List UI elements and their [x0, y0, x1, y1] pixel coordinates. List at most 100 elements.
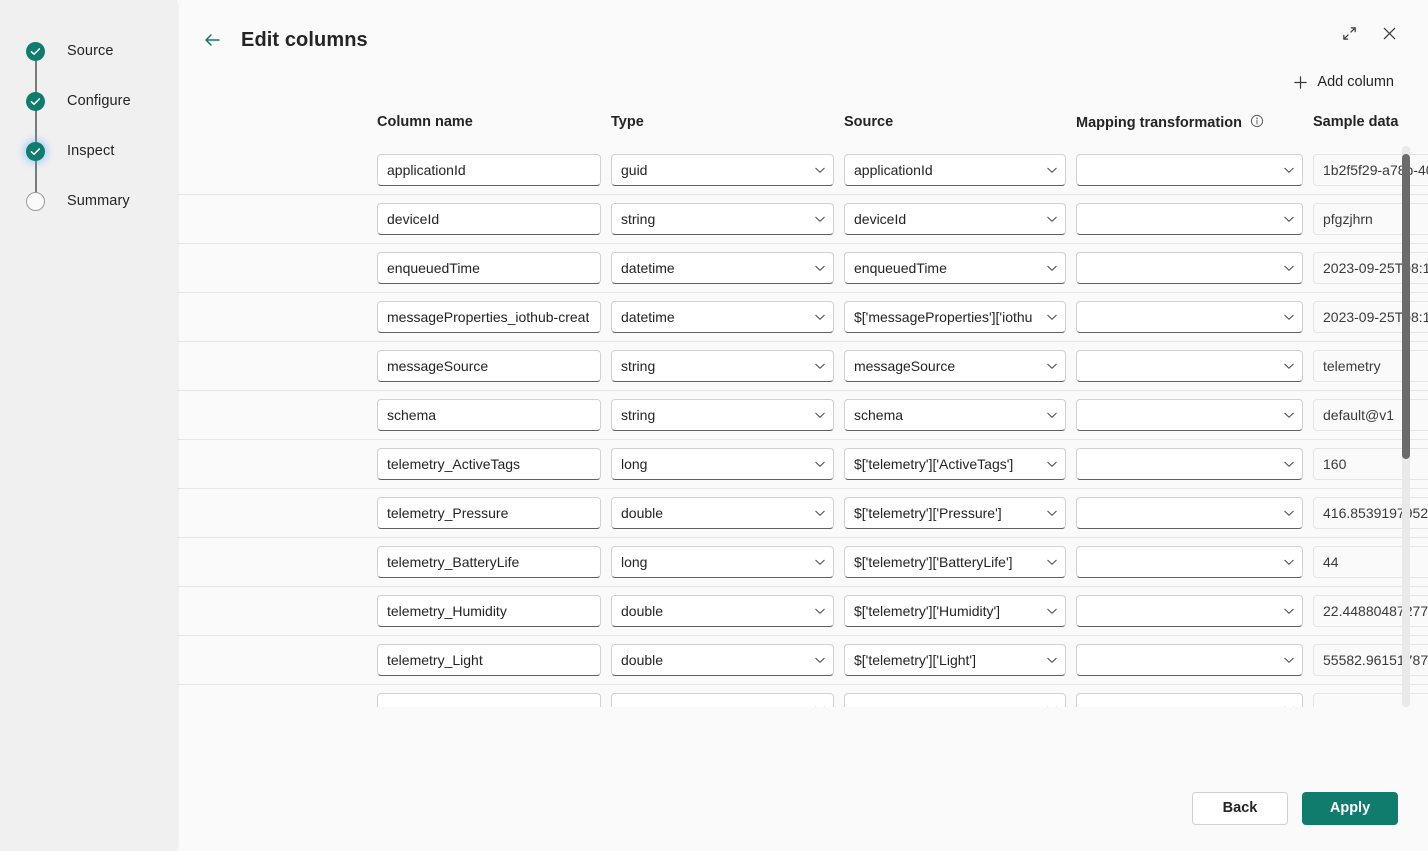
mapping-transformation-select[interactable]	[1076, 497, 1303, 529]
add-column-button[interactable]: Add column	[1289, 70, 1398, 94]
vertical-scrollbar[interactable]	[1402, 146, 1410, 707]
column-name-value: enqueuedTime	[387, 260, 480, 276]
type-select[interactable]: double	[611, 595, 834, 627]
source-value: deviceId	[854, 211, 907, 227]
back-button[interactable]: Back	[1192, 791, 1288, 825]
type-select[interactable]	[611, 693, 834, 707]
mapping-transformation-select[interactable]	[1076, 252, 1303, 284]
column-name-input[interactable]: telemetry_BatteryLife	[377, 546, 601, 578]
cell-sample-data: 160	[1313, 448, 1428, 480]
source-select[interactable]: applicationId	[844, 154, 1066, 186]
cell-source: $['telemetry']['Humidity']	[844, 595, 1076, 627]
source-select[interactable]: messageSource	[844, 350, 1066, 382]
source-value: enqueuedTime	[854, 260, 947, 276]
column-name-input[interactable]: deviceId	[377, 203, 601, 235]
cell-sample-data: 1b2f5f29-a78b-4012-bf31-201...	[1313, 154, 1428, 186]
cell-type	[611, 693, 844, 707]
add-column-label: Add column	[1317, 74, 1394, 90]
check-circle-icon	[26, 41, 45, 61]
sample-data-value: 416.85391979528436	[1313, 497, 1428, 529]
expand-diagonal-icon	[1342, 26, 1356, 40]
window-controls	[1334, 18, 1404, 48]
column-name-input[interactable]: messageProperties_iothub-creat	[377, 301, 601, 333]
type-select[interactable]: string	[611, 203, 834, 235]
mapping-transformation-select[interactable]	[1076, 399, 1303, 431]
source-select[interactable]: $['telemetry']['BatteryLife']	[844, 546, 1066, 578]
source-value: $['telemetry']['Pressure']	[854, 505, 1002, 521]
back-arrow-button[interactable]	[199, 27, 225, 53]
type-select[interactable]: double	[611, 497, 834, 529]
type-value: string	[621, 407, 656, 423]
wizard-step-label: Inspect	[67, 143, 115, 159]
chevron-down-icon	[1284, 265, 1294, 271]
chevron-down-icon	[1047, 167, 1057, 173]
source-select[interactable]: $['messageProperties']['iothu	[844, 301, 1066, 333]
source-select[interactable]: deviceId	[844, 203, 1066, 235]
mapping-transformation-select[interactable]	[1076, 693, 1303, 707]
sample-data-value	[1313, 693, 1428, 707]
type-select[interactable]: double	[611, 644, 834, 676]
cell-sample-data: 44	[1313, 546, 1428, 578]
apply-button[interactable]: Apply	[1302, 791, 1398, 825]
chevron-down-icon	[815, 559, 825, 565]
type-select[interactable]: guid	[611, 154, 834, 186]
cell-source: $['telemetry']['ActiveTags']	[844, 448, 1076, 480]
close-icon	[1383, 27, 1395, 39]
mapping-transformation-select[interactable]	[1076, 546, 1303, 578]
wizard-step-summary[interactable]: Summary	[26, 176, 177, 226]
chevron-down-icon	[1284, 167, 1294, 173]
type-value: datetime	[621, 260, 675, 276]
type-select[interactable]: long	[611, 448, 834, 480]
dialog-footer: Back Apply	[177, 765, 1428, 851]
type-select[interactable]: datetime	[611, 301, 834, 333]
type-select[interactable]: string	[611, 399, 834, 431]
source-select[interactable]: $['telemetry']['Light']	[844, 644, 1066, 676]
column-name-input[interactable]: schema	[377, 399, 601, 431]
source-value: schema	[854, 407, 904, 423]
mapping-transformation-select[interactable]	[1076, 154, 1303, 186]
table-row: applicationId guid applicationId 1b2f5f29-a…	[177, 146, 1428, 195]
info-icon[interactable]	[1250, 114, 1264, 132]
table-row: telemetry_Pressure double $['telemetry']['…	[177, 489, 1428, 538]
cell-mapping-transformation	[1076, 546, 1313, 578]
expand-button[interactable]	[1334, 18, 1364, 48]
mapping-transformation-select[interactable]	[1076, 301, 1303, 333]
wizard-step-configure[interactable]: Configure	[26, 76, 177, 145]
wizard-step-source[interactable]: Source	[26, 26, 177, 95]
mapping-transformation-select[interactable]	[1076, 350, 1303, 382]
cell-mapping-transformation	[1076, 448, 1313, 480]
scrollbar-thumb[interactable]	[1402, 154, 1410, 459]
column-name-input[interactable]: enqueuedTime	[377, 252, 601, 284]
column-name-input[interactable]: applicationId	[377, 154, 601, 186]
mapping-transformation-select[interactable]	[1076, 448, 1303, 480]
source-select[interactable]	[844, 693, 1066, 707]
source-select[interactable]: $['telemetry']['Humidity']	[844, 595, 1066, 627]
column-name-input[interactable]	[377, 693, 601, 707]
source-select[interactable]: schema	[844, 399, 1066, 431]
mapping-transformation-select[interactable]	[1076, 595, 1303, 627]
source-select[interactable]: $['telemetry']['ActiveTags']	[844, 448, 1066, 480]
cell-mapping-transformation	[1076, 301, 1313, 333]
cell-column-name: messageProperties_iothub-creat	[377, 301, 611, 333]
column-name-input[interactable]: telemetry_Light	[377, 644, 601, 676]
mapping-transformation-select[interactable]	[1076, 203, 1303, 235]
chevron-down-icon	[1284, 510, 1294, 516]
cell-column-name: enqueuedTime	[377, 252, 611, 284]
cell-source: $['messageProperties']['iothu	[844, 301, 1076, 333]
table-row: telemetry_ActiveTags long $['telemetry']['…	[177, 440, 1428, 489]
column-name-input[interactable]: telemetry_Humidity	[377, 595, 601, 627]
wizard-step-inspect[interactable]: Inspect	[26, 126, 177, 195]
column-name-input[interactable]: telemetry_Pressure	[377, 497, 601, 529]
type-select[interactable]: string	[611, 350, 834, 382]
type-value: long	[621, 456, 648, 472]
column-name-input[interactable]: messageSource	[377, 350, 601, 382]
type-select[interactable]: datetime	[611, 252, 834, 284]
mapping-transformation-select[interactable]	[1076, 644, 1303, 676]
column-name-input[interactable]: telemetry_ActiveTags	[377, 448, 601, 480]
source-select[interactable]: enqueuedTime	[844, 252, 1066, 284]
type-select[interactable]: long	[611, 546, 834, 578]
close-button[interactable]	[1374, 18, 1404, 48]
cell-column-name	[377, 693, 611, 707]
chevron-down-icon	[1284, 461, 1294, 467]
source-select[interactable]: $['telemetry']['Pressure']	[844, 497, 1066, 529]
